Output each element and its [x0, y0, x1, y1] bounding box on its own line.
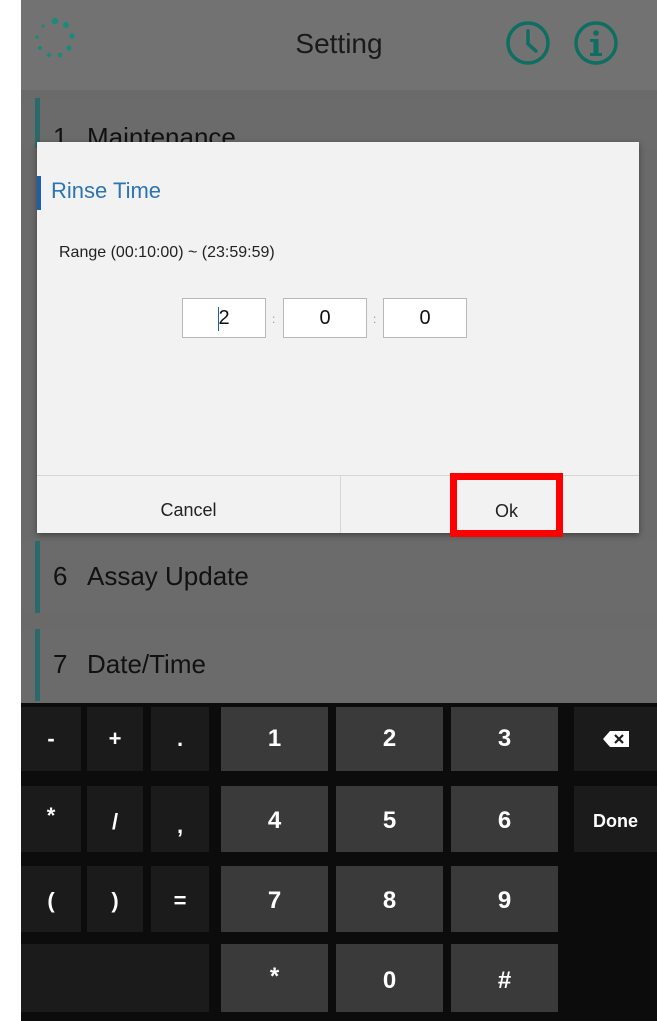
- key-7[interactable]: 7: [221, 866, 328, 932]
- key-open-paren[interactable]: (: [21, 866, 81, 932]
- key-equals[interactable]: =: [151, 866, 209, 932]
- key-0[interactable]: 0: [336, 944, 443, 1012]
- clock-icon[interactable]: [505, 20, 551, 66]
- text-cursor: [218, 307, 219, 331]
- menu-item-maintenance[interactable]: 1 Maintenance: [21, 98, 657, 148]
- key-asterisk[interactable]: *: [21, 786, 81, 852]
- key-1[interactable]: 1: [221, 707, 328, 771]
- key-4[interactable]: 4: [221, 786, 328, 852]
- key-backspace[interactable]: [574, 707, 657, 771]
- hours-input[interactable]: 2: [182, 298, 266, 338]
- done-button[interactable]: Done: [574, 786, 657, 852]
- cancel-button[interactable]: Cancel: [37, 476, 340, 533]
- key-5[interactable]: 5: [336, 786, 443, 852]
- key-9[interactable]: 9: [451, 866, 558, 932]
- menu-item-label: Date/Time: [87, 649, 206, 679]
- dialog-title-accent: [37, 176, 41, 210]
- time-separator: :: [272, 312, 276, 326]
- seconds-value: 0: [419, 307, 431, 329]
- key-period[interactable]: .: [151, 707, 209, 771]
- range-hint: Range (00:10:00) ~ (23:59:59): [59, 244, 275, 261]
- menu-item-accent: [35, 98, 40, 148]
- key-close-paren[interactable]: ): [87, 866, 143, 932]
- menu-item-accent: [35, 541, 40, 613]
- minutes-value: 0: [319, 307, 331, 329]
- key-6[interactable]: 6: [451, 786, 558, 852]
- key-blank: [21, 944, 209, 1012]
- key-minus[interactable]: -: [21, 707, 81, 771]
- menu-item-accent: [35, 629, 40, 701]
- menu-item-number: 7: [53, 649, 68, 679]
- ok-highlight-box[interactable]: Ok: [450, 473, 563, 537]
- key-star[interactable]: *: [221, 944, 328, 1012]
- minutes-input[interactable]: 0: [283, 298, 367, 338]
- key-slash[interactable]: /: [87, 786, 143, 852]
- app-screen: Setting 1 Maintenance 6 Assay Update 7 D…: [21, 0, 657, 1021]
- key-3[interactable]: 3: [451, 707, 558, 771]
- key-2[interactable]: 2: [336, 707, 443, 771]
- seconds-input[interactable]: 0: [383, 298, 467, 338]
- backspace-icon: [603, 731, 629, 747]
- menu-item-assay-update[interactable]: 6 Assay Update: [21, 541, 657, 613]
- ok-button-label: Ok: [494, 501, 518, 521]
- dialog-title: Rinse Time: [51, 178, 162, 203]
- key-hash[interactable]: #: [451, 944, 558, 1012]
- menu-item-label: Assay Update: [87, 561, 249, 591]
- info-icon[interactable]: [573, 20, 619, 66]
- page-title: Setting: [295, 28, 383, 59]
- hours-value: 2: [218, 307, 230, 329]
- key-plus[interactable]: +: [87, 707, 143, 771]
- menu-item-date-time[interactable]: 7 Date/Time: [21, 629, 657, 701]
- numeric-keyboard: - + . 1 2 3 * / , 4 5 6 Done ( ) = 7 8 9…: [21, 703, 657, 1021]
- time-separator: :: [373, 312, 377, 326]
- key-8[interactable]: 8: [336, 866, 443, 932]
- key-comma[interactable]: ,: [151, 786, 209, 852]
- header-bar: Setting: [21, 0, 657, 90]
- menu-item-number: 6: [53, 561, 68, 591]
